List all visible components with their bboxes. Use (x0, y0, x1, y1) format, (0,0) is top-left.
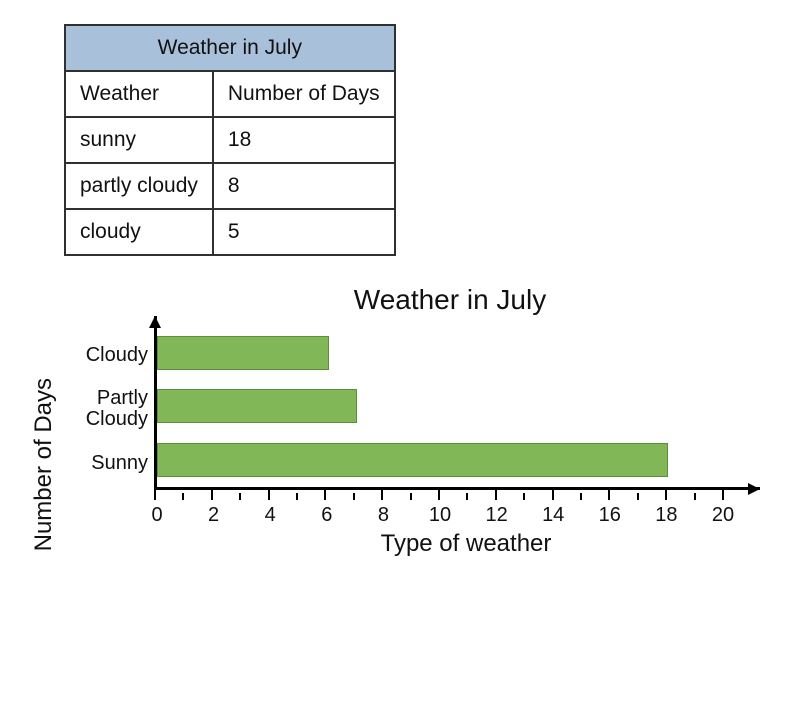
arrow-right-icon (748, 483, 760, 495)
cell-days: 18 (213, 117, 395, 163)
chart-tick-major (608, 488, 610, 500)
chart-tick-major (495, 488, 497, 500)
chart-tick-label: 0 (151, 504, 162, 527)
chart-tick-label: 8 (378, 504, 389, 527)
chart-tick-label: 6 (321, 504, 332, 527)
chart-title: Weather in July (30, 284, 750, 316)
cell-days: 5 (213, 209, 395, 255)
chart-tick-label: 2 (208, 504, 219, 527)
chart-tick-major (381, 488, 383, 500)
chart-tick-major (665, 488, 667, 500)
chart-tick-major (268, 488, 270, 500)
chart-category-label: Partly Cloudy (62, 385, 152, 433)
chart-tick-minor (182, 493, 184, 500)
table-row: cloudy 5 (65, 209, 395, 255)
chart-tick-minor (296, 493, 298, 500)
chart-bar-row (157, 329, 722, 377)
table-row: sunny 18 (65, 117, 395, 163)
chart-tick-minor (466, 493, 468, 500)
chart-tick-major (722, 488, 724, 500)
chart-tick-label: 4 (265, 504, 276, 527)
chart-tick-label: 14 (542, 504, 564, 527)
chart-bar (157, 443, 668, 477)
chart-tick-major (211, 488, 213, 500)
chart-tick-label: 20 (712, 504, 734, 527)
chart-category-label: Sunny (62, 439, 152, 487)
chart-tick-major (154, 488, 156, 500)
chart-plot-area (154, 322, 750, 502)
chart-tick-major (552, 488, 554, 500)
chart-bar-row (157, 436, 722, 484)
chart-category-labels: Cloudy Partly Cloudy Sunny (62, 322, 152, 502)
chart-tick-major (324, 488, 326, 500)
chart-tick-minor (523, 493, 525, 500)
table-row: partly cloudy 8 (65, 163, 395, 209)
chart-bar (157, 389, 357, 423)
cell-weather: partly cloudy (65, 163, 213, 209)
chart-x-axis-label: Type of weather (62, 530, 750, 558)
chart-bar (157, 336, 329, 370)
chart-bar-row (157, 382, 722, 430)
chart-tick-label: 12 (485, 504, 507, 527)
chart-x-ticks (154, 488, 722, 502)
chart-tick-minor (580, 493, 582, 500)
table-header-weather: Weather (65, 71, 213, 117)
chart-category-label: Cloudy (62, 331, 152, 379)
cell-days: 8 (213, 163, 395, 209)
cell-weather: cloudy (65, 209, 213, 255)
cell-weather: sunny (65, 117, 213, 163)
chart-tick-label: 16 (599, 504, 621, 527)
chart-y-axis-label: Number of Days (30, 328, 58, 551)
chart-tick-minor (410, 493, 412, 500)
weather-table: Weather in July Weather Number of Days s… (64, 24, 396, 256)
weather-bar-chart: Weather in July Number of Days Cloudy Pa… (30, 284, 750, 558)
chart-tick-label: 10 (429, 504, 451, 527)
table-title: Weather in July (65, 25, 395, 71)
chart-tick-label: 18 (655, 504, 677, 527)
chart-tick-major (438, 488, 440, 500)
chart-tick-minor (239, 493, 241, 500)
chart-tick-minor (353, 493, 355, 500)
chart-x-tick-labels: 0 2 4 6 8 10 12 14 16 18 20 (154, 502, 750, 528)
chart-bars (157, 326, 722, 487)
chart-tick-minor (637, 493, 639, 500)
chart-tick-minor (694, 493, 696, 500)
table-header-days: Number of Days (213, 71, 395, 117)
